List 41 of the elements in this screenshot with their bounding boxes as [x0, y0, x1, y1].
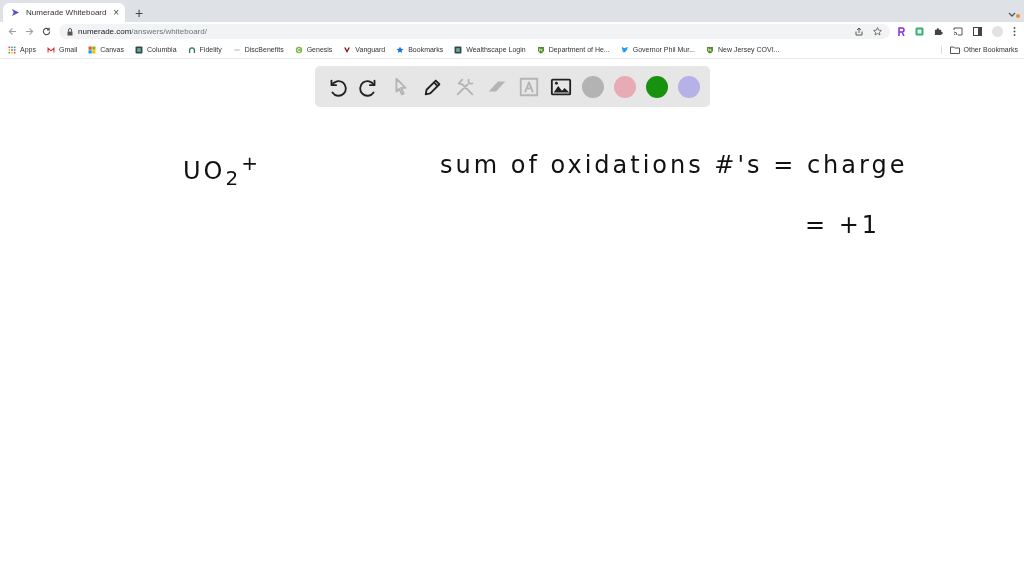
site-favicon-icon — [88, 45, 97, 54]
color-swatch[interactable] — [678, 75, 700, 98]
letter-r-icon[interactable] — [898, 27, 905, 36]
new-tab-button[interactable]: + — [135, 6, 144, 20]
forward-arrow-icon[interactable] — [25, 27, 34, 36]
site-favicon-icon — [620, 45, 629, 54]
handwritten-text: = +1 — [805, 211, 881, 239]
site-favicon-icon — [187, 45, 196, 54]
lock-icon — [67, 27, 73, 36]
site-favicon-icon — [396, 45, 405, 54]
color-swatch[interactable] — [646, 75, 668, 98]
url-text: numerade.com/answers/whiteboard/ — [78, 27, 207, 36]
browser-tab[interactable]: Numerade Whiteboard × — [3, 3, 125, 22]
tab-title: Numerade Whiteboard — [26, 8, 108, 17]
handwritten-text: sum of oxidations #'s = charge — [440, 151, 908, 179]
extension-square-icon[interactable] — [915, 27, 924, 36]
text-box-icon — [517, 75, 540, 98]
back-arrow-icon[interactable] — [8, 27, 17, 36]
close-tab-button[interactable]: × — [113, 7, 119, 18]
notification-dot-icon — [1016, 14, 1020, 18]
address-bar[interactable]: numerade.com/answers/whiteboard/ — [59, 24, 890, 39]
cast-icon[interactable] — [953, 27, 963, 36]
folder-icon — [949, 45, 960, 54]
more-options-icon[interactable] — [1013, 27, 1016, 36]
color-swatch[interactable] — [582, 75, 604, 98]
site-favicon-icon — [536, 45, 545, 54]
site-favicon-icon — [46, 45, 55, 54]
site-favicon-icon — [135, 45, 143, 54]
site-favicon-icon — [294, 45, 303, 54]
puzzle-piece-icon[interactable] — [934, 27, 943, 36]
site-favicon-icon — [343, 45, 352, 54]
color-swatch[interactable] — [614, 75, 636, 98]
site-favicon-icon — [454, 45, 463, 54]
play-logo-icon — [11, 8, 20, 17]
apps-grid-icon — [8, 45, 16, 54]
side-panel-icon[interactable] — [973, 27, 982, 36]
reload-icon[interactable] — [42, 27, 51, 36]
chevron-down-icon[interactable] — [1008, 12, 1016, 18]
site-favicon-icon — [705, 45, 714, 54]
share-icon[interactable] — [855, 27, 863, 36]
star-icon[interactable] — [873, 27, 882, 36]
